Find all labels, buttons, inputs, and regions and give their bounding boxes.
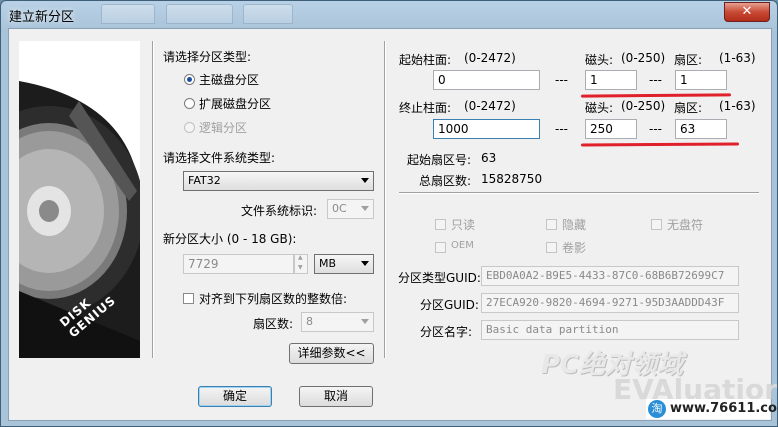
size-unit-value: MB [319, 257, 337, 270]
horizontal-divider [399, 192, 759, 194]
partition-name-input: Basic data partition [481, 320, 739, 340]
chevron-down-icon [361, 178, 369, 183]
start-sector-label: 扇区: [674, 53, 703, 67]
cancel-button[interactable]: 取消 [299, 386, 373, 407]
align-sectors-label: 扇区数: [253, 317, 294, 331]
start-sector-number-label: 起始扇区号: [407, 153, 472, 167]
start-cylinder-range: (0-2472) [464, 51, 516, 65]
start-sector-number-value: 63 [481, 151, 497, 165]
no-drive-letter-checkbox [651, 219, 662, 230]
partition-type-guid-input: EBD0A0A2-B9E5-4433-87C0-68B6B72699C7 [481, 266, 739, 286]
dialog-window: 建立新分区 ✕ DISK GENIUS 请选择分区类型: 主磁盘分区 扩展磁盘分… [0, 0, 778, 427]
start-cylinder-input[interactable]: 0 [433, 70, 540, 90]
chevron-down-icon [361, 261, 369, 266]
disk-genius-image: DISK GENIUS [19, 41, 140, 358]
vertical-divider [384, 41, 386, 358]
oem-label: OEM [451, 240, 474, 251]
background-tab [166, 4, 233, 24]
hidden-label: 隐藏 [562, 218, 587, 232]
partition-name-label: 分区名字: [420, 325, 473, 339]
start-sector-input[interactable]: 1 [675, 70, 727, 90]
ok-button[interactable]: 确定 [198, 386, 272, 407]
details-button[interactable]: 详细参数<< [289, 343, 374, 364]
close-button[interactable]: ✕ [724, 2, 770, 22]
shadow-label: 卷影 [562, 241, 587, 255]
watermark-url-bar: 淘 www.76611.com [646, 399, 777, 419]
partition-guid-label: 分区GUID: [420, 298, 479, 312]
separator-dashes: --- [555, 122, 568, 136]
shadow-checkbox [546, 242, 557, 253]
radio-extended-label[interactable]: 扩展磁盘分区 [199, 95, 271, 112]
watermark-url: www.76611.com [670, 401, 777, 416]
filesystem-id-label: 文件系统标识: [241, 204, 318, 218]
end-sector-range: (1-63) [719, 99, 756, 113]
radio-primary-label[interactable]: 主磁盘分区 [199, 71, 259, 88]
close-icon: ✕ [741, 4, 753, 19]
align-checkbox[interactable] [183, 293, 194, 304]
background-tab [243, 4, 293, 24]
end-head-label: 磁头: [585, 101, 614, 115]
filesystem-id-select: 0C [327, 199, 374, 219]
readonly-label: 只读 [451, 218, 476, 232]
vertical-divider [152, 41, 154, 358]
end-head-range: (0-250) [621, 99, 666, 113]
size-label: 新分区大小 (0 - 18 GB): [163, 232, 297, 246]
no-drive-letter-label: 无盘符 [667, 218, 704, 232]
end-sector-input[interactable]: 63 [675, 119, 727, 139]
red-annotation-underline [580, 142, 740, 147]
filesystem-heading: 请选择文件系统类型: [163, 151, 276, 165]
radio-logical-label: 逻辑分区 [199, 121, 248, 135]
separator-dashes: --- [649, 73, 662, 87]
start-cylinder-label: 起始柱面: [399, 53, 452, 67]
filesystem-value: FAT32 [188, 174, 221, 187]
total-sectors-label: 总扇区数: [419, 174, 472, 188]
size-unit-select[interactable]: MB [314, 254, 374, 274]
separator-dashes: --- [555, 73, 568, 87]
readonly-checkbox [435, 219, 446, 230]
end-cylinder-range: (0-2472) [464, 99, 516, 113]
background-tab [101, 4, 155, 24]
filesystem-id-value: 0C [332, 202, 347, 215]
oem-checkbox [435, 242, 446, 253]
size-input: 7729 [183, 254, 294, 274]
align-label: 对齐到下列扇区数的整数倍: [199, 292, 348, 306]
window-title: 建立新分区 [9, 10, 75, 25]
total-sectors-value: 15828750 [481, 172, 543, 186]
end-cylinder-label: 终止柱面: [399, 101, 452, 115]
start-sector-range: (1-63) [719, 51, 756, 65]
filesystem-select[interactable]: FAT32 [183, 171, 374, 191]
hidden-checkbox [546, 219, 557, 230]
title-bar[interactable]: 建立新分区 ✕ [1, 1, 777, 27]
align-sectors-value: 8 [306, 315, 313, 328]
end-cylinder-input[interactable]: 1000 [433, 119, 540, 139]
end-head-input[interactable]: 250 [585, 119, 637, 139]
separator-dashes: --- [649, 122, 662, 136]
start-head-label: 磁头: [585, 53, 614, 67]
chevron-down-icon [361, 319, 369, 324]
radio-logical-partition [184, 122, 195, 133]
radio-extended-partition[interactable] [184, 98, 195, 109]
radio-primary-partition[interactable] [184, 74, 195, 85]
partition-guid-input: 27ECA920-9820-4694-9271-95D3AADDD43F [481, 293, 739, 313]
partition-type-heading: 请选择分区类型: [163, 50, 252, 64]
start-head-input[interactable]: 1 [585, 70, 637, 90]
partition-type-guid-label: 分区类型GUID: [398, 271, 481, 285]
red-annotation-underline [580, 93, 732, 98]
end-sector-label: 扇区: [674, 101, 703, 115]
watermark-badge-icon: 淘 [648, 400, 666, 418]
chevron-down-icon [361, 206, 369, 211]
size-stepper [294, 254, 308, 274]
align-sectors-select: 8 [301, 312, 374, 332]
start-head-range: (0-250) [621, 51, 666, 65]
